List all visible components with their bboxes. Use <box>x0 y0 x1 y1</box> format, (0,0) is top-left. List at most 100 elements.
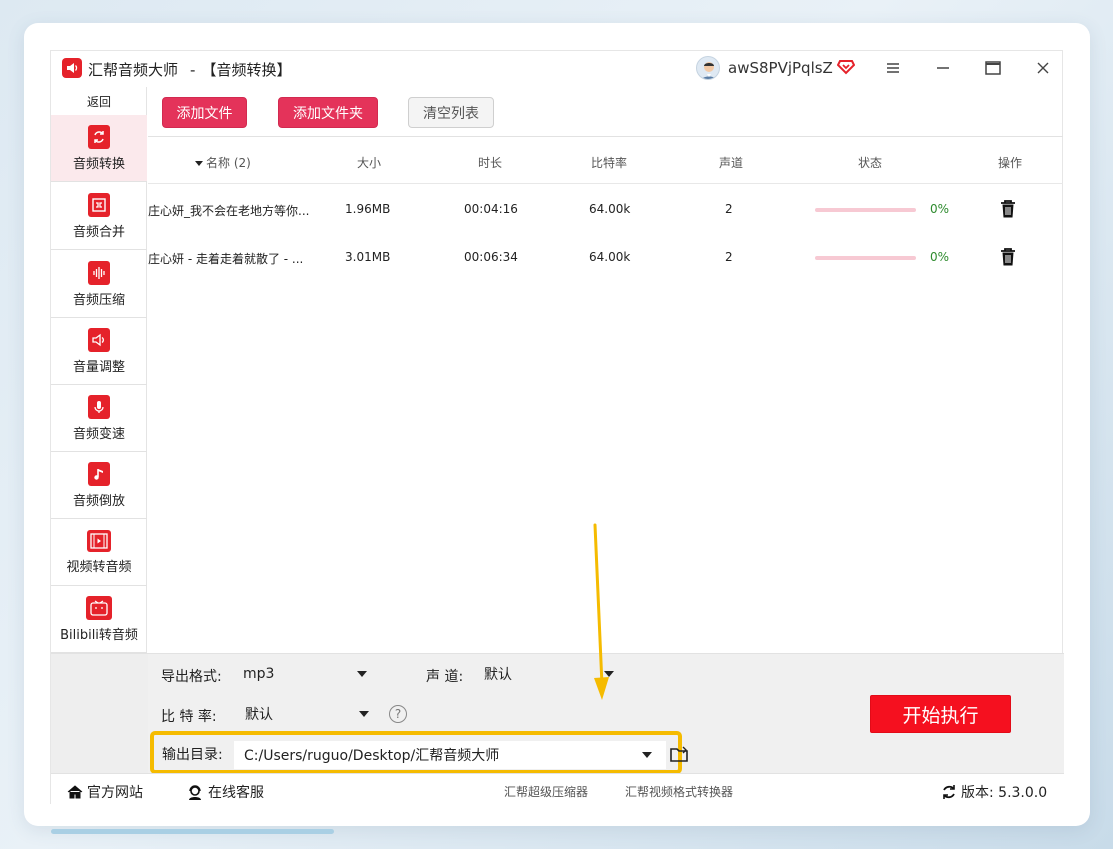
window-title: 汇帮音频大师 - 【音频转换】 <box>88 59 291 80</box>
column-header-size[interactable]: 大小 <box>357 154 381 171</box>
table-header: 名称 (2) 大小 时长 比特率 声道 状态 操作 <box>148 138 1063 184</box>
trash-icon[interactable] <box>999 247 1017 267</box>
merge-icon <box>88 192 110 217</box>
file-channels: 2 <box>725 202 733 216</box>
file-name: 庄心妍_我不会在老地方等你... <box>148 204 310 218</box>
avatar[interactable] <box>696 56 720 80</box>
sidebar-item-video-to-audio[interactable]: 视频转音频 <box>51 519 147 586</box>
output-dir-select[interactable]: C:/Users/ruguo/Desktop/汇帮音频大师 <box>234 741 666 769</box>
output-settings-panel: 导出格式: mp3 声 道: 默认 比 特 率: 默认 ? 输出目录: C:/U… <box>51 653 1064 774</box>
website-label: 官方网站 <box>87 785 143 801</box>
version-label: 版本: 5.3.0.0 <box>961 785 1048 801</box>
app-name: 汇帮音频大师 <box>88 61 179 79</box>
output-directory-highlight: 输出目录: C:/Users/ruguo/Desktop/汇帮音频大师 <box>150 731 682 774</box>
maximize-icon[interactable] <box>979 55 1007 81</box>
help-icon[interactable]: ? <box>389 705 407 723</box>
folder-icon[interactable] <box>670 745 690 763</box>
website-link[interactable]: 官方网站 <box>67 782 143 802</box>
file-size: 3.01MB <box>345 250 391 264</box>
add-file-button[interactable]: 添加文件 <box>162 97 247 128</box>
bitrate-select[interactable]: 默认 <box>241 699 377 729</box>
video-converter-link[interactable]: 汇帮视频格式转换器 <box>625 783 733 800</box>
file-name: 庄心妍 - 走着走着就散了 - ... <box>148 252 304 266</box>
format-select[interactable]: mp3 <box>239 659 375 689</box>
version-info[interactable]: 版本: 5.3.0.0 <box>941 782 1047 802</box>
sidebar-item-label: 音频倒放 <box>72 493 125 509</box>
film-icon <box>87 529 111 552</box>
vip-diamond-icon[interactable] <box>837 57 855 75</box>
column-header-channels[interactable]: 声道 <box>719 154 743 171</box>
sidebar-item-label: 音量调整 <box>72 359 125 375</box>
section-name: 【音频转换】 <box>201 61 292 79</box>
sidebar-item-audio-speed[interactable]: 音频变速 <box>51 385 147 452</box>
chevron-down-icon <box>359 711 369 717</box>
trash-icon[interactable] <box>999 199 1017 219</box>
close-icon[interactable] <box>1029 55 1057 81</box>
output-dir-label: 输出目录: <box>162 747 223 763</box>
compressor-link[interactable]: 汇帮超级压缩器 <box>504 783 588 800</box>
title-separator: - <box>190 61 196 79</box>
status-footer: 官方网站 在线客服 汇帮超级压缩器 汇帮视频格式转换器 版本: 5.3.0.0 <box>51 773 1064 805</box>
file-bitrate: 64.00k <box>589 250 631 264</box>
table-row[interactable]: 庄心妍_我不会在老地方等你... 1.96MB 00:04:16 64.00k … <box>148 185 1063 233</box>
add-folder-button[interactable]: 添加文件夹 <box>278 97 378 128</box>
clear-list-button[interactable]: 清空列表 <box>408 97 494 128</box>
start-button[interactable]: 开始执行 <box>870 695 1011 733</box>
compress-icon <box>88 260 110 285</box>
support-label: 在线客服 <box>208 785 264 801</box>
bitrate-label: 比 特 率: <box>161 709 217 725</box>
headset-icon <box>189 784 201 800</box>
format-label: 导出格式: <box>161 669 222 685</box>
sidebar-item-label: 音频压缩 <box>72 292 125 308</box>
progress-percent: 0% <box>930 250 950 264</box>
refresh-icon <box>943 785 955 799</box>
progress-bar <box>815 256 916 260</box>
sidebar-item-audio-convert[interactable]: 音频转换 <box>51 115 147 182</box>
annotation-arrow <box>593 523 609 700</box>
sidebar-item-audio-reverse[interactable]: 音频倒放 <box>51 452 147 519</box>
title-bar: 汇帮音频大师 - 【音频转换】 awS8PVjPqlsZ <box>51 51 1064 87</box>
channel-label: 声 道: <box>426 669 464 685</box>
file-bitrate: 64.00k <box>589 202 631 216</box>
mic-icon <box>88 394 110 419</box>
sidebar-item-volume-adjust[interactable]: 音量调整 <box>51 318 147 385</box>
sidebar-item-bilibili-to-audio[interactable]: Bilibili转音频 <box>51 586 147 653</box>
channel-value: 默认 <box>484 667 512 683</box>
app-window: 汇帮音频大师 - 【音频转换】 awS8PVjPqlsZ 返回 音频转换 音频合… <box>50 50 1064 805</box>
file-size: 1.96MB <box>345 202 391 216</box>
file-duration: 00:04:16 <box>464 202 518 216</box>
back-link[interactable]: 返回 <box>51 93 147 110</box>
volume-icon <box>88 327 110 352</box>
table-row[interactable]: 庄心妍 - 走着走着就散了 - ... 3.01MB 00:06:34 64.0… <box>148 233 1063 281</box>
bitrate-value: 默认 <box>245 707 273 723</box>
column-header-action: 操作 <box>998 156 1023 170</box>
progress-percent: 0% <box>930 202 950 216</box>
sidebar-item-label: 音频合并 <box>72 224 125 240</box>
toolbar: 添加文件 添加文件夹 清空列表 <box>148 87 1063 137</box>
column-name-label: 名称 (2) <box>206 156 251 170</box>
sidebar-item-label: 视频转音频 <box>66 559 132 575</box>
home-icon <box>67 785 83 799</box>
column-header-name[interactable]: 名称 (2) <box>195 154 251 171</box>
column-header-status[interactable]: 状态 <box>858 154 882 171</box>
menu-icon[interactable] <box>879 55 907 81</box>
sidebar-item-label: 音频转换 <box>72 156 125 172</box>
chevron-down-icon <box>357 671 367 677</box>
column-header-duration[interactable]: 时长 <box>478 154 502 171</box>
app-logo-icon <box>62 58 82 78</box>
tv-icon <box>86 595 112 620</box>
music-note-icon <box>88 461 110 486</box>
sidebar-item-label: Bilibili转音频 <box>60 627 138 643</box>
username[interactable]: awS8PVjPqlsZ <box>728 59 833 77</box>
progress-bar <box>815 208 916 212</box>
output-dir-value: C:/Users/ruguo/Desktop/汇帮音频大师 <box>244 748 500 764</box>
chevron-down-icon <box>642 752 652 758</box>
column-header-bitrate[interactable]: 比特率 <box>591 154 627 171</box>
support-link[interactable]: 在线客服 <box>187 782 264 802</box>
minimize-icon[interactable] <box>929 55 957 81</box>
sidebar-item-audio-compress[interactable]: 音频压缩 <box>51 251 147 318</box>
sidebar-item-audio-merge[interactable]: 音频合并 <box>51 183 147 250</box>
file-channels: 2 <box>725 250 733 264</box>
sidebar-footer-shade <box>51 654 148 774</box>
sort-down-icon <box>195 161 203 166</box>
